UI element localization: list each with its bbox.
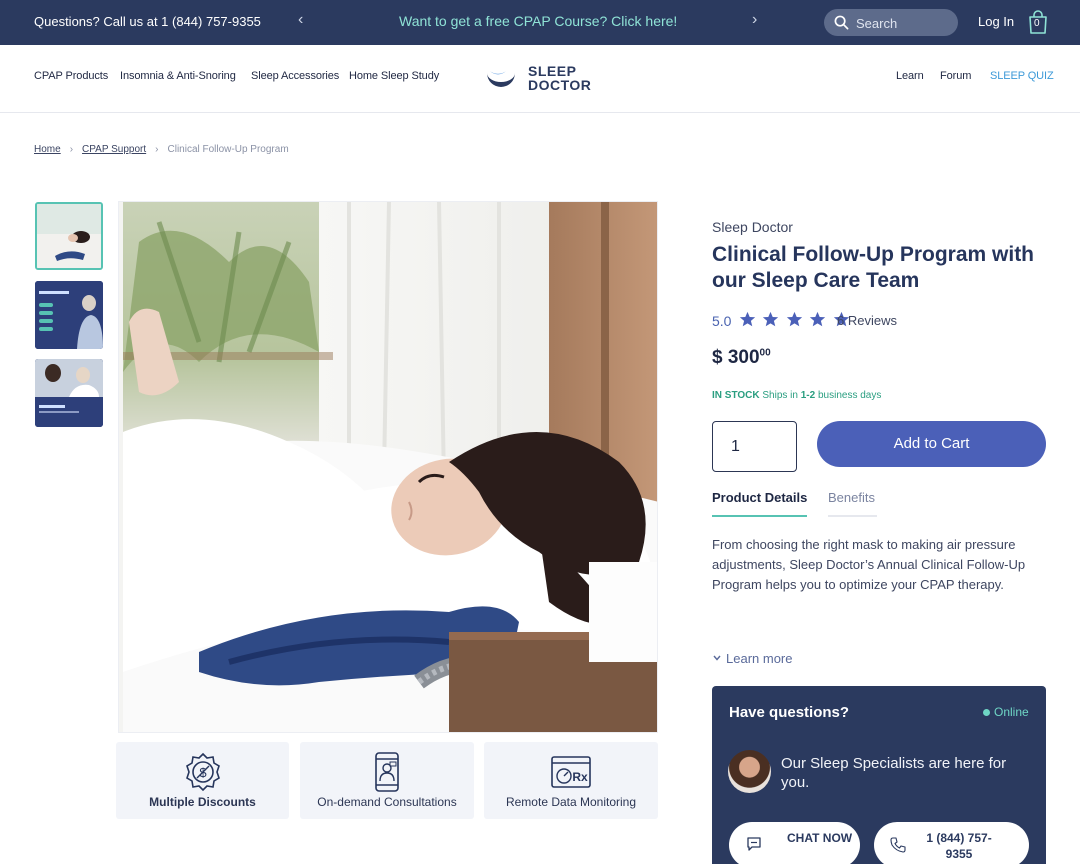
quantity-input[interactable]: 1 [712,421,797,472]
active-tab-indicator [712,515,807,517]
ships-suffix: business days [817,390,882,401]
product-brand[interactable]: Sleep Doctor [712,219,793,235]
logo-text-line2[interactable]: DOCTOR [528,77,591,93]
thumbnail-3[interactable] [35,359,103,427]
search-placeholder: Search [856,16,898,31]
nav-item-cpap-products[interactable]: CPAP Products [34,70,108,82]
thumbnail-2[interactable] [35,281,103,349]
ships-prefix: Ships in [762,390,798,401]
promo-prev-button[interactable]: ‹ [298,11,303,29]
specialists-text: Our Sleep Specialists are here for you. [781,755,1007,791]
specialist-avatar [728,750,771,793]
woman-sleeping-cpap-photo [123,202,657,732]
add-to-cart-button[interactable]: Add to Cart [817,421,1046,467]
main-nav: CPAP Products Insomnia & Anti-Snoring Sl… [0,45,1080,113]
star-icon [762,311,779,328]
call-number-label: 1 (844) 757-9355 [926,831,992,861]
thumbnail-1[interactable] [35,202,103,270]
search-icon [834,15,849,30]
login-link[interactable]: Log In [978,14,1014,29]
promo-banner-link[interactable]: Want to get a free CPAP Course? Click he… [399,13,677,29]
cart-count: 0 [1034,18,1040,29]
top-bar: Questions? Call us at 1 (844) 757-9355 ‹… [0,0,1080,45]
breadcrumb-current: Clinical Follow-Up Program [167,144,289,155]
chat-now-label: CHAT NOW [787,831,853,845]
feature-label: On-demand Consultations [317,795,457,809]
discount-badge-icon: $ [185,752,220,792]
rating-stars[interactable] [739,311,852,331]
thumbnail-consultation-image [35,359,103,427]
star-icon [786,311,803,328]
feature-multiple-discounts: $ Multiple Discounts [116,742,289,819]
star-icon [809,311,826,328]
price-cents: 00 [759,347,771,359]
support-phone-text[interactable]: Questions? Call us at 1 (844) 757-9355 [34,14,261,29]
learn-more-label: Learn more [726,651,793,666]
learn-more-toggle[interactable]: Learn more [712,651,792,666]
nav-item-sleep-quiz[interactable]: SLEEP QUIZ [990,70,1054,82]
breadcrumb-separator: › [155,144,159,155]
promo-next-button[interactable]: › [752,11,757,29]
nav-item-insomnia[interactable]: Insomnia & Anti-Snoring [120,70,236,82]
svg-text:Rx: Rx [572,770,588,784]
online-status: Online [994,705,1029,719]
logo-moon-icon[interactable] [484,65,518,91]
product-title: Clinical Follow-Up Program with our Slee… [712,243,1035,292]
online-dot-icon [983,709,990,716]
breadcrumb-cpap-support[interactable]: CPAP Support [82,144,146,155]
phone-icon [890,837,906,853]
product-price: $ 30000 [712,347,771,369]
stock-label: IN STOCK [712,390,760,401]
thumbnail-sleeping-woman-image [37,204,101,268]
chat-widget: Have questions? Online Our Sleep Special… [712,686,1046,868]
breadcrumb: Home › CPAP Support › Clinical Follow-Up Pro… [34,144,289,155]
price-main: $ 300 [712,347,760,368]
rx-monitor-icon: Rx [551,756,591,788]
tab-product-details[interactable]: Product Details [712,490,807,505]
reviews-link[interactable]: 6 Reviews [837,313,897,328]
ships-days: 1-2 [800,390,816,401]
call-button[interactable]: 1 (844) 757-9355 [874,822,1029,868]
product-main-image[interactable] [118,201,658,733]
tab-benefits[interactable]: Benefits [828,490,875,505]
breadcrumb-home[interactable]: Home [34,144,61,155]
nav-item-home-sleep-study[interactable]: Home Sleep Study [349,70,439,82]
star-icon [739,311,756,328]
rating-value: 5.0 [712,313,732,329]
chat-bubble-icon [747,837,761,851]
chat-now-button[interactable]: CHAT NOW [729,822,860,868]
stock-status: IN STOCK Ships in 1-2 business days [712,390,881,401]
thumbnail-discounts-image [35,281,103,349]
nav-item-learn[interactable]: Learn [896,70,924,82]
search-input[interactable]: Search [824,9,958,36]
feature-remote-data-monitoring: Rx Remote Data Monitoring [484,742,658,819]
feature-label: Multiple Discounts [149,795,256,809]
product-description: From choosing the right mask to making a… [712,537,1026,592]
inactive-tab-indicator [828,515,877,517]
feature-on-demand-consultations: On-demand Consultations [300,742,474,819]
phone-doctor-icon [375,752,399,792]
breadcrumb-separator: › [69,144,74,155]
chevron-down-icon [713,655,721,661]
feature-label: Remote Data Monitoring [505,795,637,809]
chat-heading: Have questions? [729,704,850,721]
nav-item-forum[interactable]: Forum [940,70,971,82]
nav-item-sleep-accessories[interactable]: Sleep Accessories [251,70,339,82]
